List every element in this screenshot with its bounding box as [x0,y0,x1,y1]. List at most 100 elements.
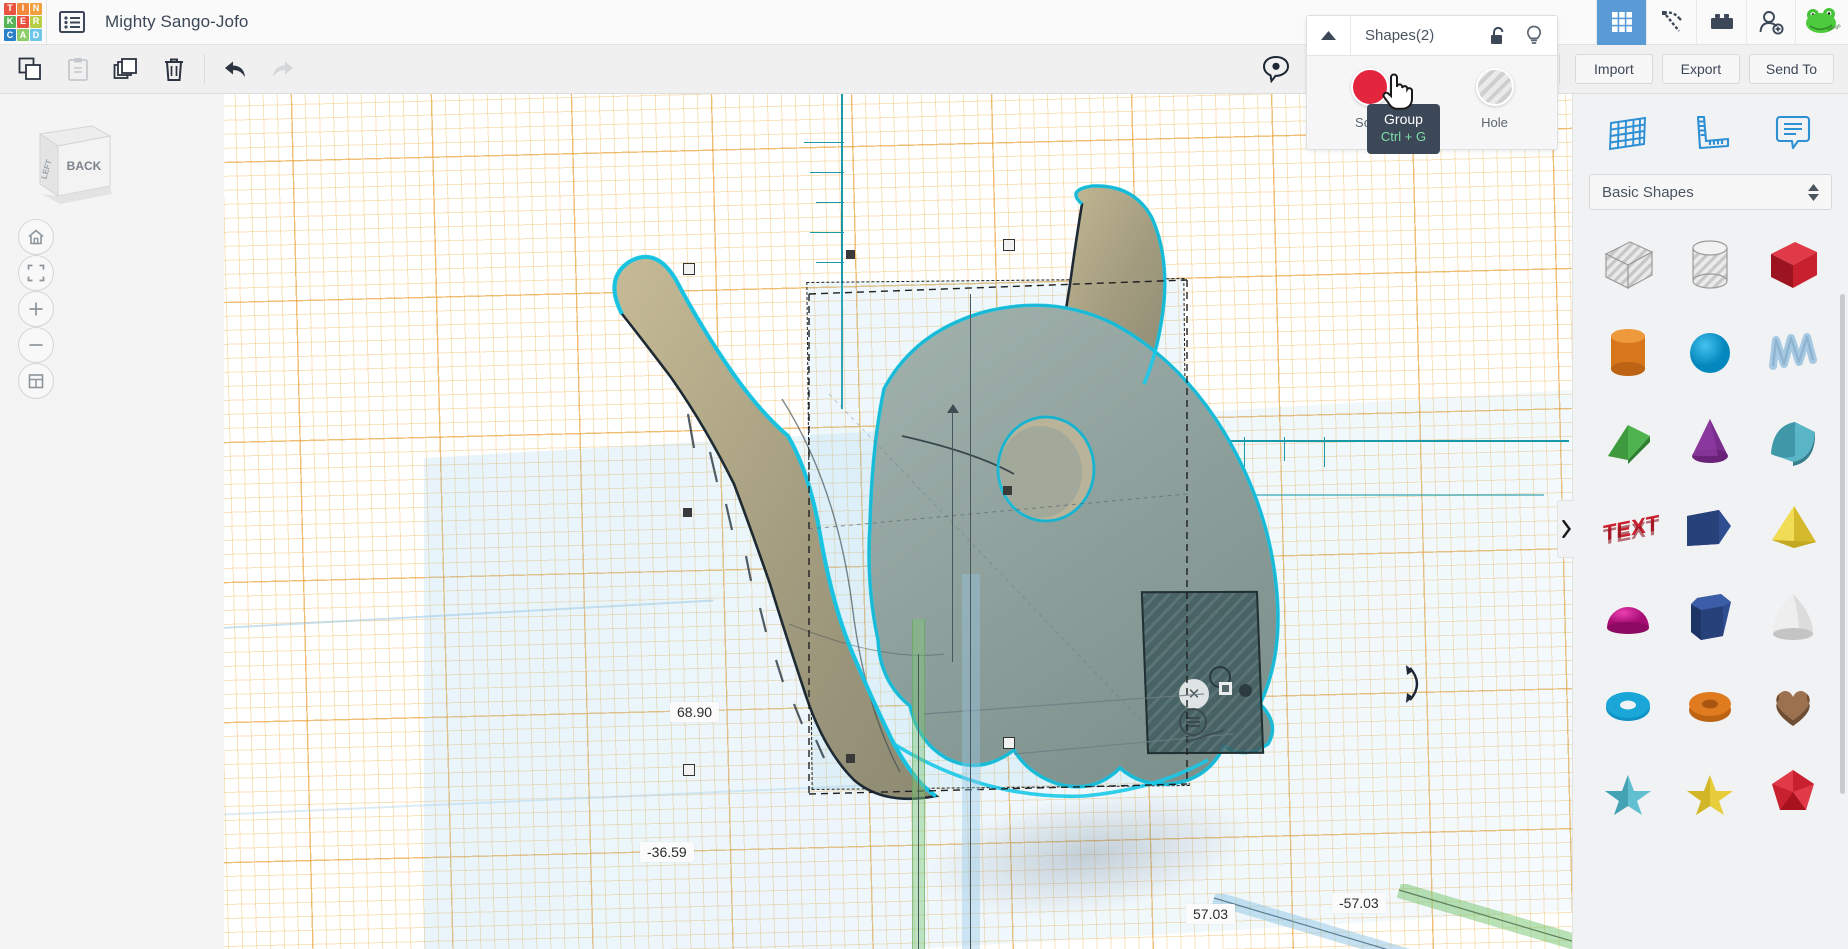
dim-height-label: 68.90 [670,702,719,722]
logo-tile: A [17,29,29,41]
add-user-icon[interactable] [1746,0,1796,45]
tooltip-shortcut: Ctrl + G [1377,128,1430,145]
fit-to-view-button[interactable] [18,255,54,291]
tooltip-title: Group [1377,111,1430,128]
perspective-toggle-button[interactable] [18,363,54,399]
mouse-cursor-pointer [1380,70,1416,112]
logo-tile: D [30,29,42,41]
frog-avatar[interactable]: sango [1796,0,1848,45]
bbox-handle-right-mid[interactable] [1003,486,1012,495]
copy-button[interactable] [6,45,54,94]
logo-tile: E [17,16,29,28]
duplicate-button[interactable] [102,45,150,94]
dim-width-neg-label: -57.03 [1332,893,1386,913]
shape-sphere[interactable] [1669,314,1751,392]
view-cube[interactable]: BACK LEFT [14,112,118,208]
shape-cone[interactable] [1669,402,1751,480]
shape-half-sphere[interactable] [1587,578,1669,656]
shape-tube[interactable] [1669,666,1751,744]
import-button[interactable]: Import [1575,54,1653,84]
shape-polygon-arrow[interactable] [1669,490,1751,568]
zoom-in-button[interactable] [18,291,54,327]
bbox-handle-left-mid[interactable] [683,508,692,517]
dim-width-label: 57.03 [1186,904,1235,924]
shape-text[interactable]: TEXT TEXT [1587,490,1669,568]
shape-paraboloid[interactable] [1752,578,1834,656]
shape-category-label: Basic Shapes [1602,184,1694,201]
3d-viewport[interactable]: ✕ [224,94,1572,949]
bbox-handle-top-mid[interactable] [846,250,855,259]
shape-scribble[interactable] [1752,314,1834,392]
lightbulb-icon[interactable] [1519,21,1549,51]
paste-button [54,45,102,94]
hole-color-swatch[interactable] [1476,68,1514,106]
action-toolbar: Import Export Send To [0,45,1848,94]
measure-arrow-line [970,294,971,949]
tab-note[interactable] [1763,104,1823,162]
shape-pyramid[interactable] [1752,490,1834,568]
logo-tile: N [30,3,42,15]
delete-button[interactable] [150,45,198,94]
page-title: Mighty Sango-Jofo [105,12,248,32]
hole-label: Hole [1481,115,1508,130]
logo-tile: K [4,16,16,28]
chevron-up-icon[interactable] [1307,16,1351,55]
tab-workplane[interactable] [1598,104,1658,162]
bbox-handle-bottom-mid[interactable] [846,754,855,763]
measure-arrow-line [918,654,919,949]
bbox-handle-top-left[interactable] [683,263,695,275]
pickaxe-icon[interactable] [1646,0,1696,45]
hole-swatch-option[interactable]: Hole [1432,68,1557,130]
shape-cylinder-hole[interactable] [1669,226,1751,304]
measure-bar-width-blue [1209,894,1429,949]
bbox-guides [224,94,1572,949]
note-button[interactable] [1252,45,1300,94]
lego-brick-icon[interactable] [1696,0,1746,45]
tab-ruler[interactable] [1680,104,1740,162]
bbox-handle-top-right[interactable] [1003,239,1015,251]
send-to-button[interactable]: Send To [1749,54,1834,84]
updown-spinner-icon [1808,184,1819,201]
apps-grid-icon[interactable] [1596,0,1646,45]
bbox-handle-bottom-right[interactable] [1003,737,1015,749]
shape-roof[interactable] [1752,402,1834,480]
logo-tile: I [17,3,29,15]
shape-wedge[interactable] [1587,402,1669,480]
panel-collapse-toggle[interactable] [1557,500,1574,558]
dim-depth-neg-label: -36.59 [640,842,694,862]
export-button[interactable]: Export [1662,54,1740,84]
logo-tile: C [4,29,16,41]
shape-hex-prism[interactable] [1669,578,1751,656]
zoom-out-button[interactable] [18,327,54,363]
shape-star-5[interactable] [1587,754,1669,832]
undo-button[interactable] [211,45,259,94]
redo-button [259,45,307,94]
shape-box[interactable] [1752,226,1834,304]
shape-box-hole[interactable] [1587,226,1669,304]
viewcube-front-label: BACK [67,159,102,173]
divider [1559,54,1560,84]
shape-category-select[interactable]: Basic Shapes [1589,174,1832,210]
list-menu-icon[interactable] [47,0,97,45]
unlock-icon[interactable] [1483,21,1513,51]
shape-torus[interactable] [1587,666,1669,744]
home-view-button[interactable] [18,219,54,255]
tinkercad-logo[interactable]: T I N K E R C A D [0,0,46,45]
sidebar-scrollbar[interactable] [1840,294,1845,794]
sidebar-tabs [1573,94,1848,172]
shape-cylinder[interactable] [1587,314,1669,392]
rotate-handle-side[interactable] [1404,664,1428,704]
divider [204,54,205,84]
navigation-rail: BACK LEFT [0,94,224,949]
top-bar: T I N K E R C A D Mighty Sango-Jofo [0,0,1848,45]
shape-heart[interactable] [1752,666,1834,744]
measure-arrow-line [952,412,953,662]
shape-star-6[interactable] [1669,754,1751,832]
bbox-handle-bottom-left[interactable] [683,764,695,776]
shapes-sidebar: Basic Shapes [1572,94,1848,949]
inspector-title: Shapes(2) [1365,27,1434,44]
shape-icosahedron[interactable] [1752,754,1834,832]
logo-tile: T [4,3,16,15]
inspector-header: Shapes(2) [1307,16,1557,56]
shapes-grid: TEXT TEXT [1587,226,1834,906]
